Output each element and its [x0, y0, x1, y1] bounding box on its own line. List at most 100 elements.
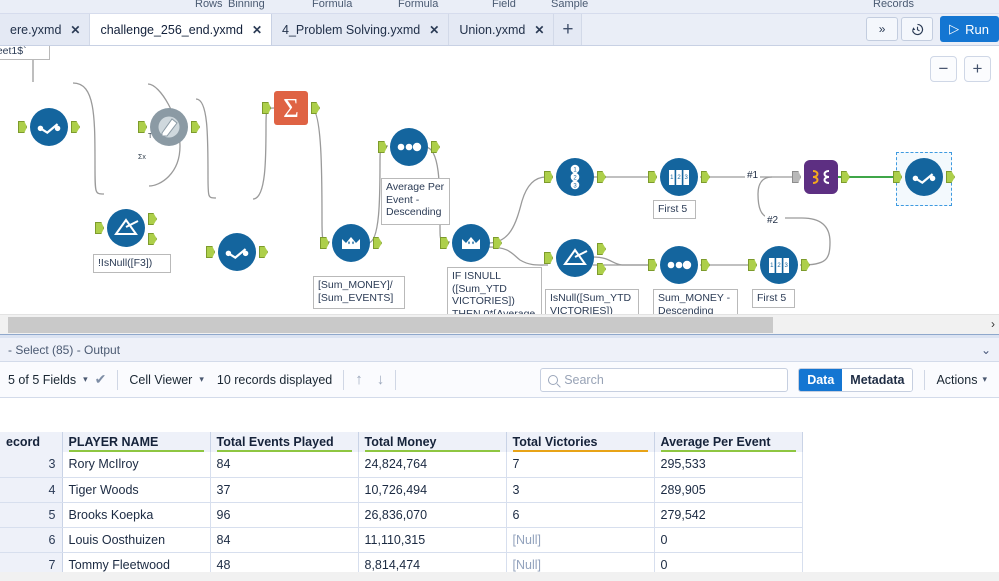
table-cell[interactable]: 6: [506, 502, 654, 527]
output-port[interactable]: [841, 171, 850, 183]
tool-sort-money[interactable]: [660, 246, 698, 284]
tool-formula-disabled[interactable]: [150, 108, 188, 146]
output-port-true[interactable]: [597, 243, 606, 255]
table-cell[interactable]: 37: [210, 477, 358, 502]
tab-metadata[interactable]: Metadata: [842, 369, 912, 391]
tab-close-icon[interactable]: ✕: [534, 24, 544, 36]
table-cell[interactable]: 24,824,764: [358, 452, 506, 477]
scroll-down-button[interactable]: ↓: [377, 371, 385, 388]
tool-filter-victories[interactable]: [556, 239, 594, 277]
tool-record-id[interactable]: 1 2 3: [556, 158, 594, 196]
table-cell[interactable]: 289,905: [654, 477, 802, 502]
output-port[interactable]: [71, 121, 80, 133]
input-port[interactable]: [95, 222, 104, 234]
table-cell[interactable]: 84: [210, 527, 358, 552]
document-tab-3[interactable]: Union.yxmd✕: [449, 14, 554, 45]
output-port[interactable]: [701, 171, 710, 183]
input-port[interactable]: [138, 121, 147, 133]
input-port[interactable]: [544, 171, 553, 183]
table-row[interactable]: 5Brooks Koepka9626,836,0706279,542: [0, 502, 802, 527]
output-port[interactable]: [311, 102, 320, 114]
tool-browse-input[interactable]: [30, 108, 68, 146]
input-port[interactable]: [648, 259, 657, 271]
document-tab-2[interactable]: 4_Problem Solving.yxmd✕: [272, 14, 449, 45]
scrollbar-thumb[interactable]: [8, 317, 773, 333]
output-port[interactable]: [431, 141, 440, 153]
tool-sample-first5-top[interactable]: 1 2 3: [660, 158, 698, 196]
input-port[interactable]: [440, 237, 449, 249]
scroll-up-button[interactable]: ↑: [355, 371, 363, 388]
column-header-4[interactable]: Average Per Event: [654, 432, 802, 452]
cell-viewer-caret-icon[interactable]: ▾: [199, 374, 204, 385]
table-cell[interactable]: 84: [210, 452, 358, 477]
table-cell[interactable]: 10,726,494: [358, 477, 506, 502]
tool-union[interactable]: [804, 160, 838, 194]
zoom-in-button[interactable]: +: [964, 56, 991, 82]
input-port[interactable]: [648, 171, 657, 183]
input-port[interactable]: [206, 246, 215, 258]
output-port-false[interactable]: [597, 263, 606, 275]
tab-close-icon[interactable]: ✕: [429, 24, 439, 36]
input-port[interactable]: [748, 259, 757, 271]
search-input[interactable]: Search: [540, 368, 788, 392]
results-collapse-icon[interactable]: ⌄: [981, 343, 991, 357]
workflow-canvas[interactable]: − +: [0, 46, 999, 314]
table-cell[interactable]: Brooks Koepka: [62, 502, 210, 527]
output-port[interactable]: [493, 237, 502, 249]
input-port[interactable]: [262, 102, 271, 114]
run-button[interactable]: ▷ Run: [940, 16, 999, 42]
table-cell[interactable]: Rory McIlroy: [62, 452, 210, 477]
results-data-grid[interactable]: ecordPLAYER NAMETotal Events Played Total…: [0, 432, 999, 581]
column-header-0[interactable]: PLAYER NAME: [62, 432, 210, 452]
input-port[interactable]: [378, 141, 387, 153]
table-cell[interactable]: 0: [654, 527, 802, 552]
check-icon[interactable]: ✔: [95, 371, 107, 388]
tool-sample-first5-bottom[interactable]: 1 2 3: [760, 246, 798, 284]
table-cell[interactable]: [Null]: [506, 527, 654, 552]
tool-browse-mid[interactable]: [218, 233, 256, 271]
column-header-record[interactable]: ecord: [0, 432, 62, 452]
input-port[interactable]: [792, 171, 801, 183]
tab-close-icon[interactable]: ✕: [252, 24, 262, 36]
tool-formula-victories[interactable]: [452, 224, 490, 262]
table-cell[interactable]: 7: [506, 452, 654, 477]
table-row[interactable]: 6Louis Oosthuizen8411,110,315[Null]0: [0, 527, 802, 552]
new-tab-button[interactable]: +: [554, 14, 582, 45]
output-port-true[interactable]: [148, 213, 157, 225]
document-tab-1[interactable]: challenge_256_end.yxmd✕: [90, 14, 272, 45]
table-row[interactable]: 4Tiger Woods3710,726,4943289,905: [0, 477, 802, 502]
table-cell[interactable]: 295,533: [654, 452, 802, 477]
tab-close-icon[interactable]: ✕: [70, 24, 80, 36]
table-cell[interactable]: 96: [210, 502, 358, 527]
table-cell[interactable]: 3: [506, 477, 654, 502]
input-port[interactable]: [320, 237, 329, 249]
tool-browse-output-selected[interactable]: [905, 158, 943, 196]
fields-selector-label[interactable]: 5 of 5 Fields: [8, 373, 76, 387]
output-port[interactable]: [701, 259, 710, 271]
actions-menu-label[interactable]: Actions: [936, 373, 977, 387]
column-header-3[interactable]: Total Victories: [506, 432, 654, 452]
output-port[interactable]: [191, 121, 200, 133]
tool-filter-isnull[interactable]: [107, 209, 145, 247]
toolbar-overflow-button[interactable]: »: [866, 17, 898, 41]
output-port[interactable]: [801, 259, 810, 271]
output-port[interactable]: [597, 171, 606, 183]
grid-horizontal-scrollbar[interactable]: [0, 572, 999, 581]
column-header-1[interactable]: Total Events Played: [210, 432, 358, 452]
document-tab-0[interactable]: ere.yxmd✕: [0, 14, 90, 45]
input-port[interactable]: [18, 121, 27, 133]
table-row[interactable]: 3Rory McIlroy8424,824,7647295,533: [0, 452, 802, 477]
tool-summarize[interactable]: Σ: [274, 91, 308, 125]
output-port[interactable]: [259, 246, 268, 258]
table-cell[interactable]: 279,542: [654, 502, 802, 527]
canvas-horizontal-scrollbar[interactable]: ›: [0, 314, 999, 334]
tab-data[interactable]: Data: [799, 369, 842, 391]
zoom-out-button[interactable]: −: [930, 56, 957, 82]
output-port-false[interactable]: [148, 233, 157, 245]
run-history-icon[interactable]: [901, 17, 933, 41]
output-port[interactable]: [946, 171, 955, 183]
scroll-right-arrow[interactable]: ›: [991, 317, 995, 331]
table-cell[interactable]: 11,110,315: [358, 527, 506, 552]
input-port[interactable]: [544, 252, 553, 264]
table-cell[interactable]: Tiger Woods: [62, 477, 210, 502]
